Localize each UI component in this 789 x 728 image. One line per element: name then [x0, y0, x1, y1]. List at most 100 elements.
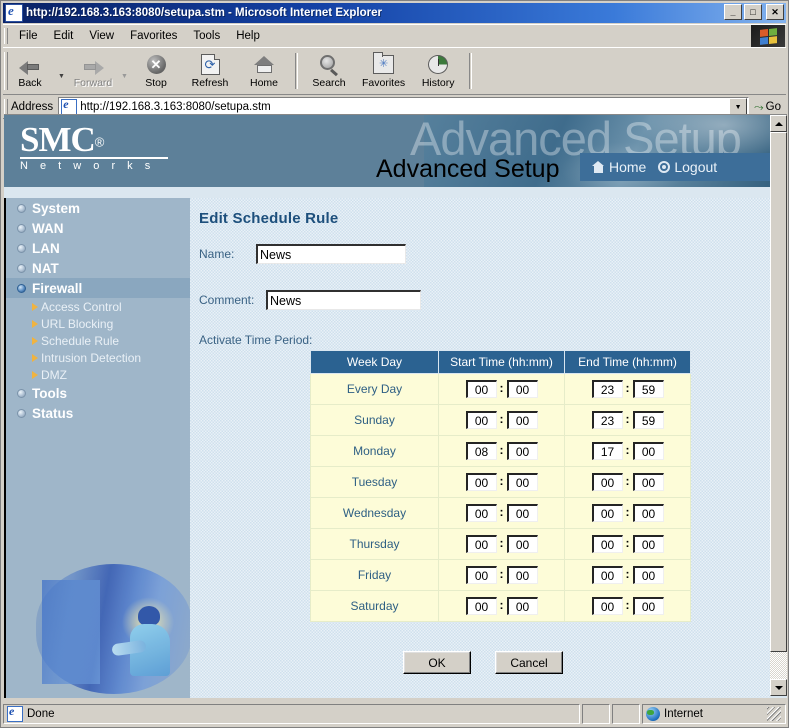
history-icon: [426, 53, 450, 76]
sidebar-image-arm: [111, 639, 147, 657]
security-zone-label: Internet: [664, 708, 703, 720]
time-colon: :: [499, 473, 504, 488]
start-minute-input[interactable]: [506, 411, 538, 429]
back-dropdown-icon[interactable]: ▼: [57, 72, 66, 81]
day-cell: Saturday: [310, 590, 439, 622]
go-button[interactable]: ⤳ Go: [749, 100, 786, 115]
end-hour-input[interactable]: [591, 597, 623, 615]
close-button[interactable]: ✕: [766, 4, 784, 20]
sidebar-item-tools[interactable]: Tools: [6, 383, 190, 403]
home-button[interactable]: Home: [237, 48, 291, 94]
resize-grip-icon[interactable]: [767, 707, 781, 721]
comment-input[interactable]: [266, 290, 421, 310]
end-hour-input[interactable]: [591, 442, 623, 460]
sidebar-subitem-schedule-rule[interactable]: Schedule Rule: [6, 332, 190, 349]
end-minute-input[interactable]: [632, 442, 664, 460]
end-time-cell: :: [564, 373, 691, 405]
end-hour-input[interactable]: [591, 380, 623, 398]
start-hour-input[interactable]: [465, 442, 497, 460]
end-minute-input[interactable]: [632, 597, 664, 615]
page-scrollbar[interactable]: [770, 115, 787, 696]
sidebar-item-firewall[interactable]: Firewall: [6, 278, 190, 298]
start-minute-input[interactable]: [506, 380, 538, 398]
sidebar-subitem-dmz[interactable]: DMZ: [6, 366, 190, 383]
start-minute-input[interactable]: [506, 535, 538, 553]
browser-window: http://192.168.3.163:8080/setupa.stm - M…: [0, 0, 789, 728]
menu-items: File Edit View Favorites Tools Help: [11, 28, 268, 44]
end-hour-input[interactable]: [591, 411, 623, 429]
start-hour-input[interactable]: [465, 473, 497, 491]
forward-arrow-icon: [81, 53, 105, 76]
back-label: Back: [18, 77, 42, 89]
menu-help[interactable]: Help: [228, 28, 268, 44]
cancel-button[interactable]: Cancel: [495, 651, 563, 674]
maximize-button[interactable]: □: [744, 4, 762, 20]
sidebar-item-lan[interactable]: LAN: [6, 238, 190, 258]
banner-page-title: Advanced Setup: [376, 155, 560, 183]
end-hour-input[interactable]: [591, 473, 623, 491]
search-button[interactable]: Search: [302, 48, 356, 94]
ok-button[interactable]: OK: [403, 651, 471, 674]
minimize-button[interactable]: _: [724, 4, 742, 20]
start-minute-input[interactable]: [506, 442, 538, 460]
menu-favorites[interactable]: Favorites: [122, 28, 185, 44]
main-content: Edit Schedule Rule Name: Comment: Activa…: [190, 198, 770, 698]
start-hour-input[interactable]: [465, 597, 497, 615]
scrollbar-track[interactable]: [770, 132, 787, 679]
end-minute-input[interactable]: [632, 504, 664, 522]
start-minute-input[interactable]: [506, 597, 538, 615]
nav-home-button[interactable]: Home: [592, 159, 646, 175]
start-hour-input[interactable]: [465, 504, 497, 522]
end-hour-input[interactable]: [591, 535, 623, 553]
time-colon: :: [499, 566, 504, 581]
time-colon: :: [625, 566, 630, 581]
start-hour-input[interactable]: [465, 411, 497, 429]
sidebar-image-panel: [42, 580, 100, 684]
start-hour-input[interactable]: [465, 380, 497, 398]
end-minute-input[interactable]: [632, 380, 664, 398]
sidebar-item-wan[interactable]: WAN: [6, 218, 190, 238]
start-minute-input[interactable]: [506, 566, 538, 584]
start-hour-input[interactable]: [465, 535, 497, 553]
end-minute-input[interactable]: [632, 411, 664, 429]
menu-view[interactable]: View: [81, 28, 122, 44]
back-button[interactable]: Back: [3, 48, 57, 94]
sidebar-subitem-access-control[interactable]: Access Control: [6, 298, 190, 315]
title-bar: http://192.168.3.163:8080/setupa.stm - M…: [3, 3, 786, 23]
forward-button[interactable]: Forward: [66, 48, 120, 94]
history-button[interactable]: History: [411, 48, 465, 94]
search-label: Search: [312, 77, 346, 89]
refresh-button[interactable]: Refresh: [183, 48, 237, 94]
start-minute-input[interactable]: [506, 504, 538, 522]
triangle-right-icon: [32, 319, 38, 328]
status-pane-3: [612, 704, 640, 724]
time-colon: :: [625, 473, 630, 488]
menu-file[interactable]: File: [11, 28, 46, 44]
sidebar-item-system[interactable]: System: [6, 198, 190, 218]
scroll-up-button[interactable]: [770, 115, 787, 132]
menu-edit[interactable]: Edit: [46, 28, 82, 44]
scroll-down-button[interactable]: [770, 679, 787, 696]
menu-tools[interactable]: Tools: [185, 28, 228, 44]
end-hour-input[interactable]: [591, 566, 623, 584]
favorites-button[interactable]: Favorites: [356, 48, 411, 94]
scrollbar-thumb[interactable]: [770, 132, 787, 652]
stop-button[interactable]: ✕ Stop: [129, 48, 183, 94]
sidebar-item-status[interactable]: Status: [6, 403, 190, 423]
end-minute-input[interactable]: [632, 535, 664, 553]
sidebar-subitem-url-blocking[interactable]: URL Blocking: [6, 315, 190, 332]
start-hour-input[interactable]: [465, 566, 497, 584]
name-input[interactable]: [256, 244, 406, 264]
end-minute-input[interactable]: [632, 566, 664, 584]
nav-logout-button[interactable]: Logout: [658, 159, 717, 175]
sidebar-item-nat[interactable]: NAT: [6, 258, 190, 278]
start-minute-input[interactable]: [506, 473, 538, 491]
forward-dropdown-icon[interactable]: ▼: [120, 72, 129, 81]
table-row: Tuesday : :: [310, 466, 691, 498]
sidebar-label-firewall: Firewall: [32, 280, 83, 296]
day-cell: Every Day: [310, 373, 439, 405]
end-minute-input[interactable]: [632, 473, 664, 491]
end-hour-input[interactable]: [591, 504, 623, 522]
time-colon: :: [499, 442, 504, 457]
sidebar-subitem-intrusion-detection[interactable]: Intrusion Detection: [6, 349, 190, 366]
